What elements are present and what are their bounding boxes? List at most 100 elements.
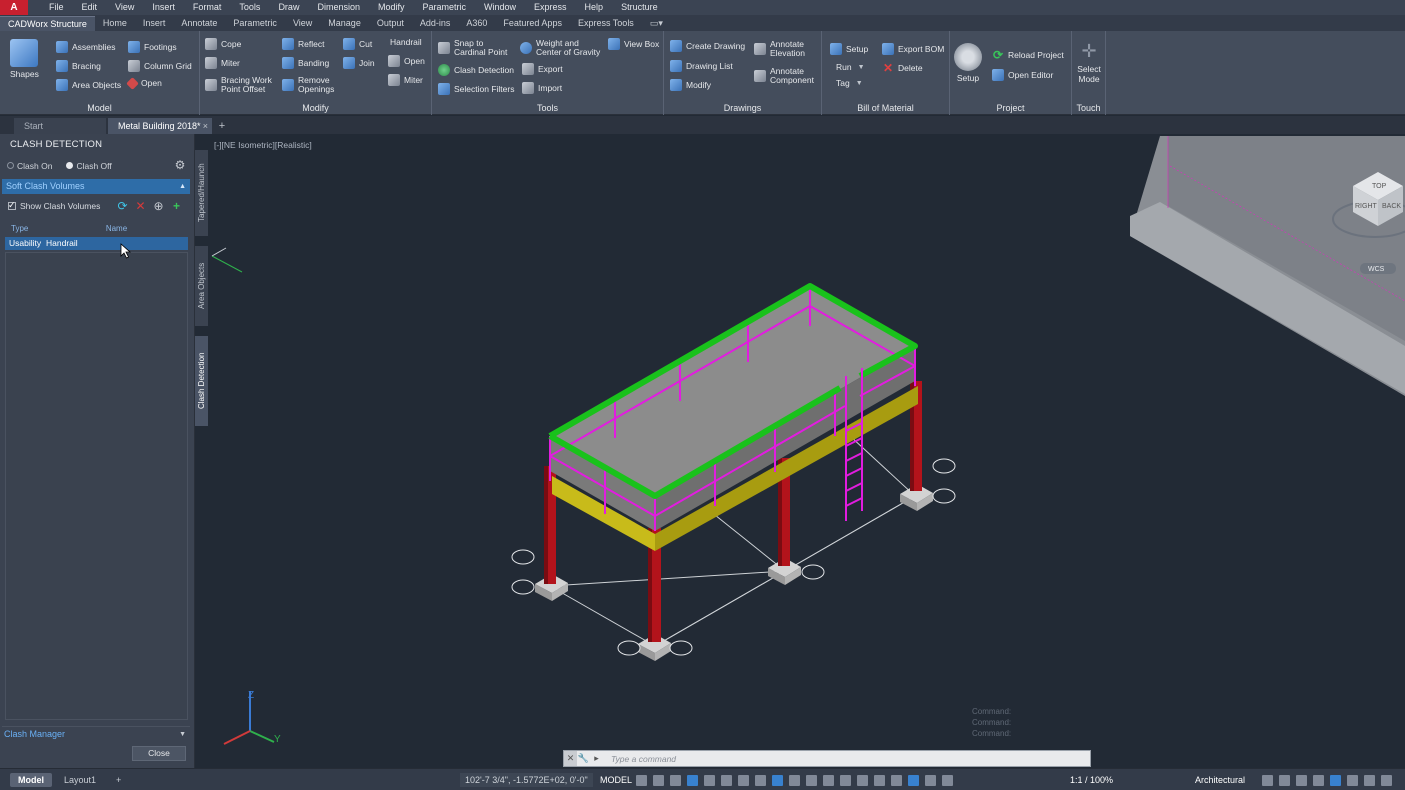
handrail-miter-button[interactable]: Miter bbox=[388, 74, 423, 86]
close-cmd-icon[interactable]: ✕ bbox=[564, 751, 577, 766]
add-layout-button[interactable]: + bbox=[108, 773, 129, 787]
tab-tapered-haunch[interactable]: Tapered/Haunch bbox=[195, 150, 208, 236]
quick-properties-icon[interactable] bbox=[1262, 774, 1273, 786]
polar-icon[interactable] bbox=[721, 774, 732, 786]
tab-start[interactable]: Start bbox=[14, 118, 106, 134]
cut-button[interactable]: Cut bbox=[343, 38, 372, 50]
ortho-icon[interactable] bbox=[704, 774, 715, 786]
ribbon-tab-parametric[interactable]: Parametric bbox=[225, 16, 285, 31]
model-space-toggle[interactable]: MODEL bbox=[596, 773, 636, 787]
annotation-scale-icon[interactable] bbox=[942, 774, 953, 786]
menu-view[interactable]: View bbox=[106, 0, 143, 15]
ribbon-tab-home[interactable]: Home bbox=[95, 16, 135, 31]
ribbon-tab-annotate[interactable]: Annotate bbox=[173, 16, 225, 31]
infer-icon[interactable] bbox=[670, 774, 681, 786]
customization-icon[interactable] bbox=[1364, 774, 1375, 786]
ribbon-tab-output[interactable]: Output bbox=[369, 16, 412, 31]
export-bom-button[interactable]: Export BOM bbox=[882, 43, 944, 55]
model-viewport[interactable]: [-][NE Isometric][Realistic] TOP RIGHT B… bbox=[210, 136, 1405, 768]
dynamic-input-icon[interactable] bbox=[687, 774, 698, 786]
ribbon-tab-featured-apps[interactable]: Featured Apps bbox=[495, 16, 570, 31]
menu-edit[interactable]: Edit bbox=[73, 0, 107, 15]
autocad-logo-icon[interactable]: A bbox=[0, 0, 28, 15]
clash-on-radio[interactable]: Clash On bbox=[7, 161, 52, 171]
tab-layout1[interactable]: Layout1 bbox=[56, 773, 104, 787]
col-name-header[interactable]: Name bbox=[45, 224, 188, 234]
selection-filter-icon[interactable] bbox=[874, 774, 885, 786]
annotation-scale-dropdown[interactable]: 1:1 / 100% bbox=[1070, 773, 1113, 787]
join-button[interactable]: Join bbox=[343, 57, 375, 69]
project-setup-button[interactable]: Setup bbox=[954, 43, 982, 83]
ribbon-tab-manage[interactable]: Manage bbox=[320, 16, 369, 31]
object-snap-icon[interactable] bbox=[772, 774, 783, 786]
remove-openings-button[interactable]: Remove Openings bbox=[282, 76, 334, 94]
miter-button[interactable]: Miter bbox=[205, 57, 240, 69]
3d-osnap-icon[interactable] bbox=[840, 774, 851, 786]
shapes-button[interactable]: Shapes bbox=[10, 39, 39, 79]
drawing-list-button[interactable]: Drawing List bbox=[670, 60, 733, 72]
command-line[interactable]: ✕ 🔧 ▸ Type a command bbox=[563, 750, 1091, 767]
gear-icon[interactable]: ⚙ bbox=[174, 159, 186, 171]
refresh-icon[interactable]: ⟳ bbox=[116, 200, 129, 213]
tab-metal-building[interactable]: Metal Building 2018* × bbox=[108, 118, 212, 134]
lock-ui-icon[interactable] bbox=[1279, 774, 1290, 786]
export-button[interactable]: Export bbox=[522, 63, 563, 75]
menu-parametric[interactable]: Parametric bbox=[414, 0, 476, 15]
annotate-elevation-button[interactable]: Annotate Elevation bbox=[754, 40, 805, 58]
handrail-open-button[interactable]: Open bbox=[388, 55, 425, 67]
coordinate-readout[interactable]: 102'-7 3/4", -1.5772E+02, 0'-0" bbox=[460, 773, 593, 787]
selection-cycling-icon[interactable] bbox=[823, 774, 834, 786]
menu-structure[interactable]: Structure bbox=[612, 0, 667, 15]
open-editor-button[interactable]: Open Editor bbox=[992, 69, 1053, 81]
command-input[interactable]: Type a command bbox=[611, 754, 676, 764]
column-grid-button[interactable]: Column Grid bbox=[128, 60, 192, 72]
units-dropdown[interactable]: Architectural bbox=[1195, 773, 1245, 787]
ribbon-tab-add-ins[interactable]: Add-ins bbox=[412, 16, 459, 31]
menu-window[interactable]: Window bbox=[475, 0, 525, 15]
snap-mode-icon[interactable] bbox=[653, 774, 664, 786]
ribbon-tab-insert[interactable]: Insert bbox=[135, 16, 174, 31]
hardware-acceleration-icon[interactable] bbox=[1330, 774, 1341, 786]
object-snap-tracking-icon[interactable] bbox=[755, 774, 766, 786]
bom-setup-button[interactable]: Setup bbox=[830, 43, 868, 55]
tab-clash-detection[interactable]: Clash Detection bbox=[195, 336, 208, 426]
ribbon-overflow-icon[interactable]: ▭▾ bbox=[642, 16, 671, 31]
menu-tools[interactable]: Tools bbox=[230, 0, 269, 15]
assemblies-button[interactable]: Assemblies bbox=[56, 41, 115, 53]
show-clash-volumes-checkbox[interactable] bbox=[8, 200, 16, 211]
area-objects-button[interactable]: Area Objects bbox=[56, 79, 121, 91]
new-tab-button[interactable]: + bbox=[214, 118, 230, 134]
annotate-component-button[interactable]: Annotate Component bbox=[754, 67, 814, 85]
menu-format[interactable]: Format bbox=[184, 0, 231, 15]
snap-to-cardinal-point-button[interactable]: Snap to Cardinal Point bbox=[438, 39, 507, 57]
clash-manager-header[interactable]: Clash Manager ▼ bbox=[2, 726, 190, 741]
close-tab-icon[interactable]: × bbox=[203, 118, 208, 134]
clean-screen-icon[interactable] bbox=[1347, 774, 1358, 786]
ribbon-tab-view[interactable]: View bbox=[285, 16, 320, 31]
autoscale-icon[interactable] bbox=[925, 774, 936, 786]
ribbon-tab-cadworx-structure[interactable]: CADWorx Structure bbox=[0, 16, 95, 31]
selection-filters-button[interactable]: Selection Filters bbox=[438, 83, 514, 95]
select-mode-button[interactable]: ✛ Select Mode bbox=[1074, 41, 1104, 84]
tab-model[interactable]: Model bbox=[10, 772, 52, 787]
import-button[interactable]: Import bbox=[522, 82, 562, 94]
bracing-work-point-offset-button[interactable]: Bracing Work Point Offset bbox=[205, 76, 272, 94]
menu-file[interactable]: File bbox=[40, 0, 73, 15]
lineweight-icon[interactable] bbox=[789, 774, 800, 786]
menu-insert[interactable]: Insert bbox=[143, 0, 184, 15]
bom-delete-button[interactable]: ✕ Delete bbox=[882, 62, 923, 74]
menu-draw[interactable]: Draw bbox=[269, 0, 308, 15]
clash-detection-button[interactable]: Clash Detection bbox=[438, 64, 514, 76]
graphics-performance-icon[interactable] bbox=[1313, 774, 1324, 786]
gizmo-icon[interactable] bbox=[891, 774, 902, 786]
prompt-icon[interactable]: ▸ bbox=[590, 753, 603, 764]
annotation-visibility-icon[interactable] bbox=[908, 774, 919, 786]
footings-button[interactable]: Footings bbox=[128, 41, 177, 53]
reflect-button[interactable]: Reflect bbox=[282, 38, 324, 50]
close-button[interactable]: Close bbox=[132, 746, 186, 761]
menu-modify[interactable]: Modify bbox=[369, 0, 414, 15]
transparency-icon[interactable] bbox=[806, 774, 817, 786]
grid-icon[interactable] bbox=[636, 774, 647, 786]
drawing-modify-button[interactable]: Modify bbox=[670, 79, 711, 91]
model-open-button[interactable]: Open bbox=[126, 77, 162, 90]
